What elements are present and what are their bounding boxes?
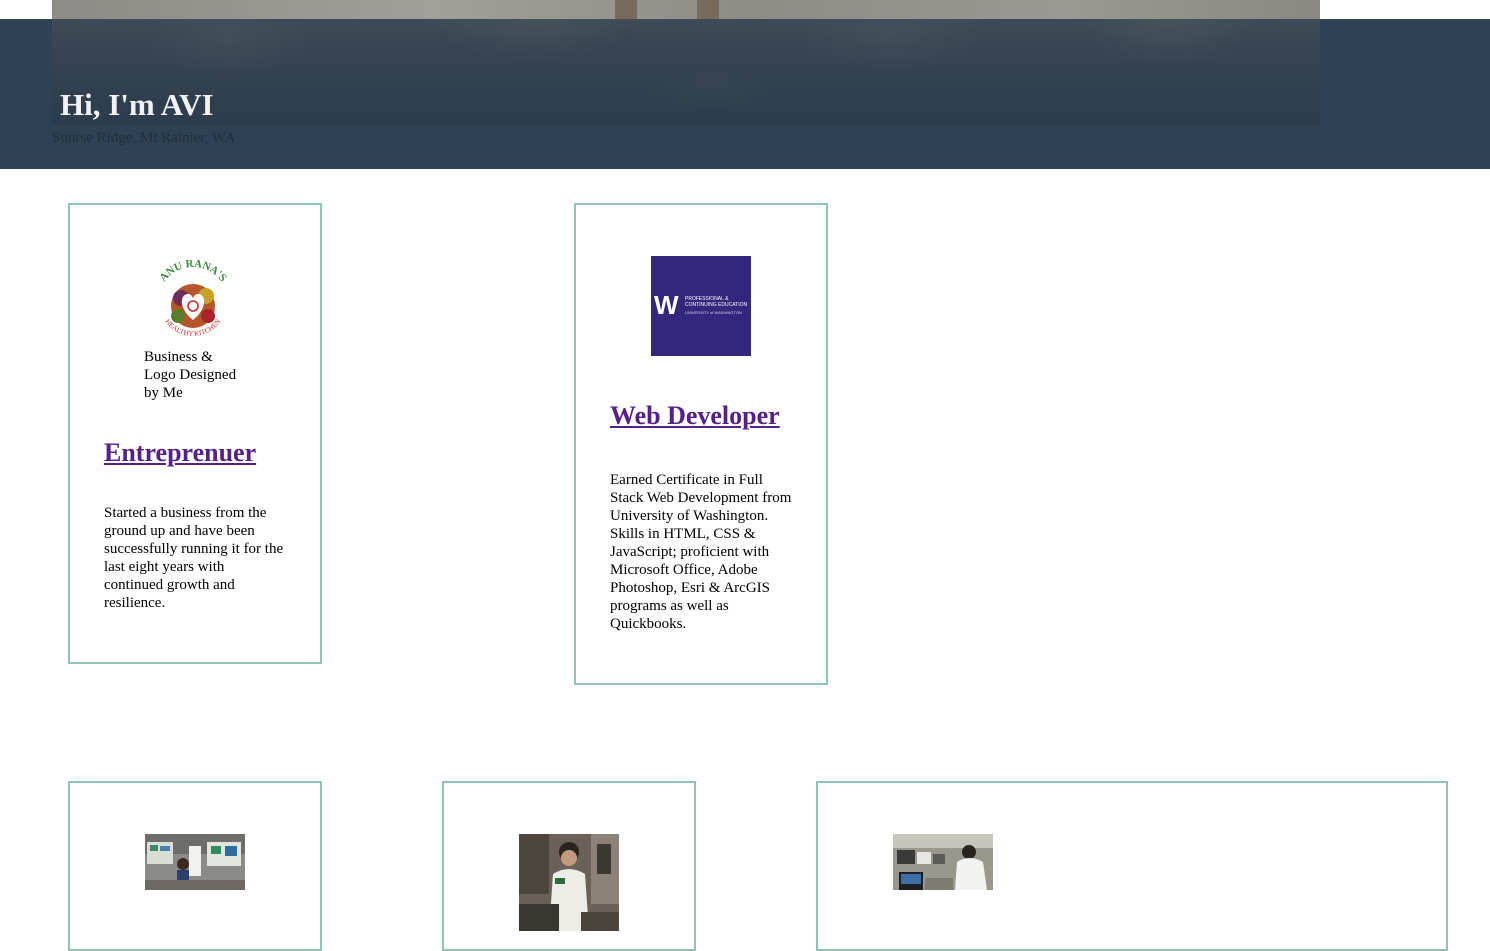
uw-w-mark: W bbox=[654, 290, 679, 320]
anu-ranas-logo: ANU RANA'S HEALTHY KITCHEN bbox=[157, 258, 229, 338]
hero-photo-leg-left bbox=[615, 0, 637, 19]
logo-caption: Business & Logo Designed by Me bbox=[144, 348, 236, 402]
uw-logo-line: UNIVERSITY of WASHINGTON bbox=[685, 310, 742, 315]
logo-caption-line: Logo Designed bbox=[144, 367, 237, 383]
hero-photo-rocks bbox=[52, 0, 1320, 19]
laboratory-photo bbox=[893, 834, 993, 890]
uw-logo-line: CONTINUING EDUCATION bbox=[685, 302, 748, 308]
logo-caption-line: Business & bbox=[144, 349, 213, 365]
page-title: Hi, I'm AVI bbox=[60, 87, 214, 122]
entrepreneur-link[interactable]: Entreprenuer bbox=[104, 438, 256, 468]
web-developer-link[interactable]: Web Developer bbox=[610, 401, 780, 431]
hero-photo-caption: Sunrse Ridge, Mt Rainier, WA bbox=[52, 130, 236, 146]
hero-photo-overlay bbox=[52, 19, 1320, 125]
logo-caption-line: by Me bbox=[144, 385, 183, 401]
web-developer-description: Earned Certificate in Full Stack Web Dev… bbox=[610, 472, 792, 632]
poster-presentation-photo bbox=[145, 834, 245, 890]
svg-text:ANU RANA'S: ANU RANA'S bbox=[157, 258, 229, 284]
uw-pce-logo: W PROFESSIONAL & CONTINUING EDUCATION UN… bbox=[651, 256, 751, 356]
entrepreneur-description: Started a business from the ground up an… bbox=[104, 505, 284, 611]
hero-photo-leg-right bbox=[697, 0, 719, 19]
lab-scientist-photo bbox=[519, 834, 619, 931]
